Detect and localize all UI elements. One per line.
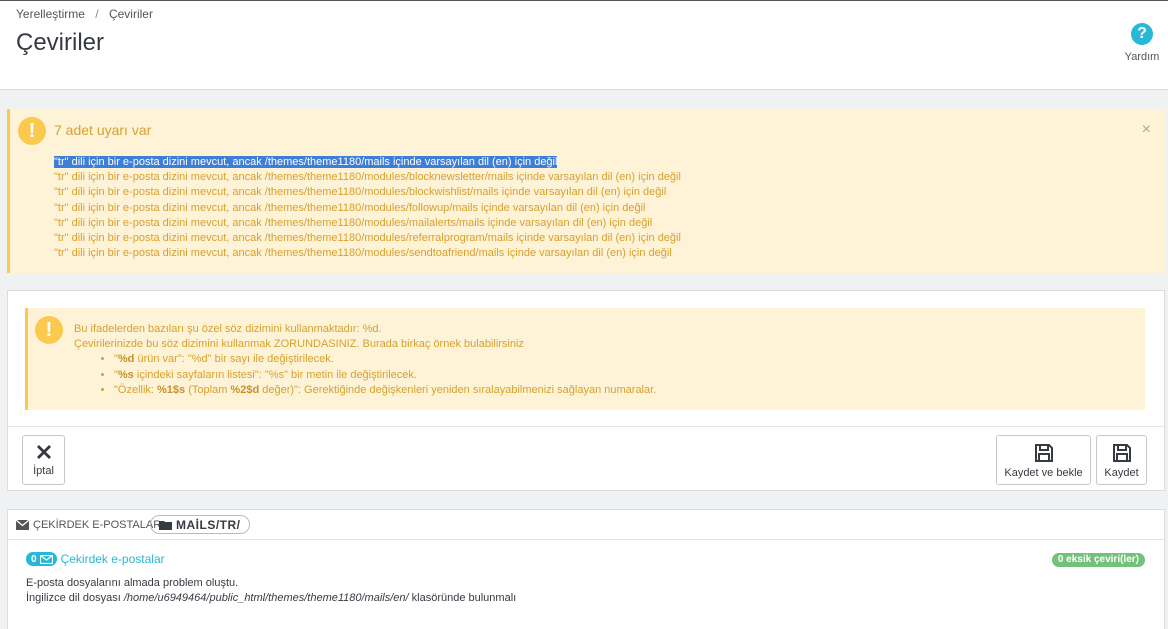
folder-path: MAİLS/TR/ (176, 517, 241, 532)
save-and-stay-button[interactable]: Kaydet ve bekle (996, 435, 1091, 485)
core-mails-toggle[interactable]: 0 Çekirdek e-postalar (26, 552, 165, 566)
breadcrumb: Yerelleştirme / Çeviriler (16, 7, 153, 21)
translation-panel: ! Bu ifadelerden bazıları şu özel söz di… (7, 290, 1165, 491)
page-header: Yerelleştirme / Çeviriler Çeviriler ? Ya… (0, 0, 1168, 90)
warnings-title: 7 adet uyarı var (54, 122, 152, 138)
warning-item: "tr" dili için bir e-posta dizini mevcut… (54, 247, 672, 260)
info-examples: "%d ürün var": "%d" bir sayı ile değişti… (74, 352, 656, 398)
help-icon: ? (1131, 23, 1153, 45)
info-example: "%d ürün var": "%d" bir sayı ile değişti… (114, 352, 656, 367)
syntax-info-alert: ! Bu ifadelerden bazıları şu özel söz di… (25, 308, 1145, 410)
save-button[interactable]: Kaydet (1096, 435, 1147, 485)
close-icon[interactable]: × (1142, 121, 1151, 139)
cancel-label: İptal (33, 465, 54, 477)
warning-item: "tr" dili için bir e-posta dizini mevcut… (54, 171, 681, 184)
info-example: "%s içindeki sayfaların listesi": "%s" b… (114, 368, 656, 383)
core-mails-panel: ÇEKİRDEK E-POSTALAR MAİLS/TR/ 0 Çekirdek… (7, 509, 1165, 629)
info-line: Bu ifadelerden bazıları şu özel söz dizi… (74, 323, 382, 335)
warning-item: "tr" dili için bir e-posta dizini mevcut… (54, 186, 667, 199)
page-title: Çeviriler (16, 29, 105, 56)
warning-icon: ! (18, 117, 46, 145)
warning-item: "tr" dili için bir e-posta dizini mevcut… (54, 156, 558, 168)
core-mails-heading: ÇEKİRDEK E-POSTALAR (16, 519, 161, 531)
envelope-icon (16, 520, 29, 530)
path-line: İngilizce dil dosyası /home/u6949464/pub… (26, 592, 517, 604)
syntax-info-text: Bu ifadelerden bazıları şu özel söz dizi… (74, 322, 656, 398)
missing-translations-badge: 0 eksik çeviri(ler) (1051, 553, 1145, 567)
envelope-icon (39, 554, 53, 564)
help-label: Yardım (1124, 51, 1160, 63)
info-line: Çevirilerinizde bu söz dizimini kullanma… (74, 338, 524, 351)
english-path: /home/u6949464/public_html/themes/theme1… (123, 592, 409, 604)
help-button[interactable]: ? Yardım (1122, 23, 1162, 63)
count-badge: 0 (26, 552, 57, 566)
breadcrumb-current[interactable]: Çeviriler (109, 7, 153, 21)
warning-item: "tr" dili için bir e-posta dizini mevcut… (54, 216, 653, 229)
core-mails-header: ÇEKİRDEK E-POSTALAR MAİLS/TR/ (8, 510, 1164, 540)
cancel-button[interactable]: İptal (22, 435, 65, 485)
warnings-list: "tr" dili için bir e-posta dizini mevcut… (54, 155, 681, 261)
save-and-stay-label: Kaydet ve bekle (1004, 467, 1083, 479)
warning-item: "tr" dili için bir e-posta dizini mevcut… (54, 201, 646, 214)
core-mails-header-label: ÇEKİRDEK E-POSTALAR (33, 519, 162, 531)
breadcrumb-separator: / (95, 7, 99, 21)
folder-icon (159, 520, 172, 530)
save-icon (1034, 444, 1053, 462)
toolbar-divider (8, 426, 1164, 427)
close-icon (36, 445, 51, 459)
save-icon (1112, 444, 1131, 462)
warning-item: "tr" dili için bir e-posta dizini mevcut… (54, 232, 681, 245)
mails-error-message: E-posta dosyalarını almada problem oluşt… (26, 576, 516, 606)
info-example: "Özellik: %1$s (Toplam %2$d değer)": Ger… (114, 383, 656, 398)
warning-icon: ! (35, 316, 63, 344)
save-label: Kaydet (1104, 467, 1139, 479)
count-value: 0 (31, 553, 37, 565)
breadcrumb-parent[interactable]: Yerelleştirme (16, 7, 85, 21)
warnings-alert: ! 7 adet uyarı var × "tr" dili için bir … (7, 109, 1165, 273)
folder-badge: MAİLS/TR/ (150, 515, 250, 534)
core-mails-title: Çekirdek e-postalar (60, 552, 165, 566)
error-line: E-posta dosyalarını almada problem oluşt… (26, 577, 239, 589)
